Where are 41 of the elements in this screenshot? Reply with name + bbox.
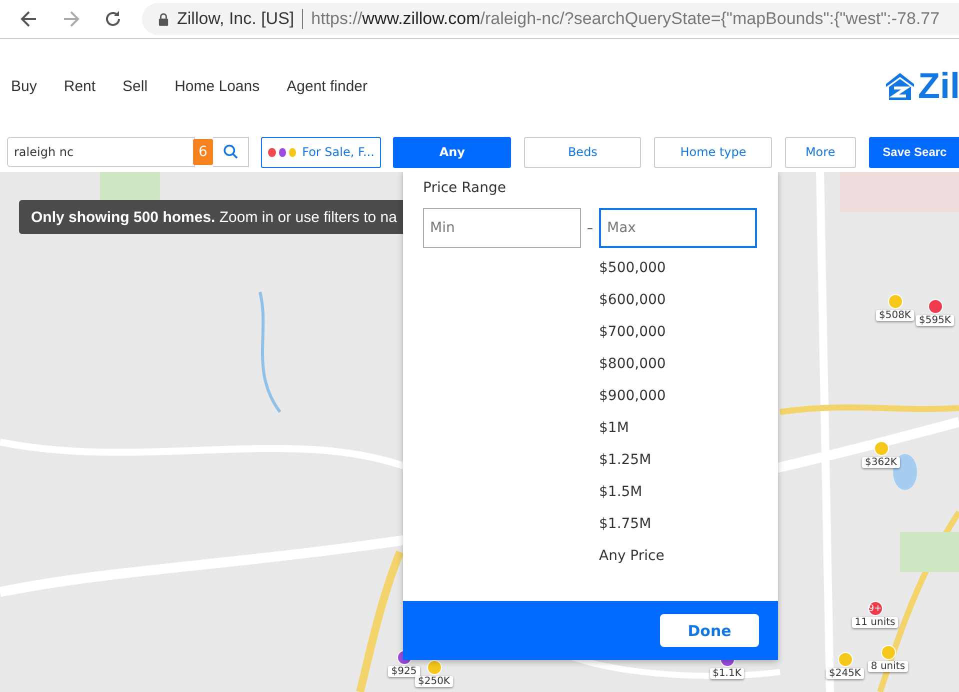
price-option[interactable]: $900,000 — [599, 388, 778, 420]
min-price-field[interactable]: Min — [423, 208, 581, 248]
price-option[interactable]: $500,000 — [599, 260, 778, 292]
url-text: https://www.zillow.com/raleigh-nc/?searchQueryState={"mapBounds":{"west":-78.77 — [311, 9, 940, 29]
price-label[interactable]: $925 — [388, 666, 420, 677]
price-label[interactable]: $245K — [826, 668, 864, 679]
address-bar[interactable]: Zillow, Inc. [US] https://www.zillow.com/raleigh-nc/?searchQueryState={"mapBounds":{"west":-78.77 — [142, 3, 959, 35]
filter-button[interactable]: More — [785, 136, 856, 168]
price-label[interactable]: 8 units — [868, 661, 908, 672]
logo-text[interactable]: Zil — [918, 68, 959, 104]
price-label[interactable]: $250K — [414, 676, 453, 687]
price-option[interactable]: $800,000 — [599, 356, 778, 388]
price-option[interactable]: Any Price — [599, 548, 778, 580]
site-identity: Zillow, Inc. [US] — [177, 9, 294, 29]
nav-link[interactable]: Rent — [64, 78, 96, 94]
price-option[interactable]: $1.75M — [599, 516, 778, 548]
price-option[interactable]: $1.5M — [599, 484, 778, 516]
price-option[interactable]: $1M — [599, 420, 778, 452]
count-badge: 6 — [192, 139, 214, 165]
done-button[interactable]: Done — [660, 614, 759, 647]
price-option[interactable]: $600,000 — [599, 292, 778, 324]
price-label[interactable]: 11 units — [852, 617, 898, 628]
nav-link[interactable]: Agent finder — [286, 78, 368, 94]
filter-button[interactable]: Home type — [654, 136, 772, 168]
filter-button[interactable]: Beds — [524, 136, 642, 168]
nav-link[interactable]: Sell — [122, 78, 148, 94]
save-search-button[interactable]: Save Searc — [868, 136, 959, 168]
filter-button[interactable]: Any — [393, 136, 511, 168]
range-separator: – — [586, 221, 594, 235]
price-label[interactable]: $1.1K — [710, 668, 744, 679]
nav-link[interactable]: Home Loans — [174, 78, 260, 94]
max-price-field[interactable]: Max — [599, 208, 757, 248]
price-label[interactable]: $362K — [862, 457, 900, 468]
price-label[interactable]: $595K — [916, 315, 954, 326]
price-option[interactable]: $700,000 — [599, 324, 778, 356]
price-option[interactable]: $1.25M — [599, 452, 778, 484]
price-label[interactable]: $508K — [876, 310, 914, 321]
nav-link[interactable]: Buy — [11, 78, 37, 94]
dropdown-title: Price Range — [422, 179, 507, 196]
listing-type-button[interactable]: For Sale, F... — [261, 136, 382, 168]
search-field[interactable]: raleigh nc — [7, 137, 195, 167]
